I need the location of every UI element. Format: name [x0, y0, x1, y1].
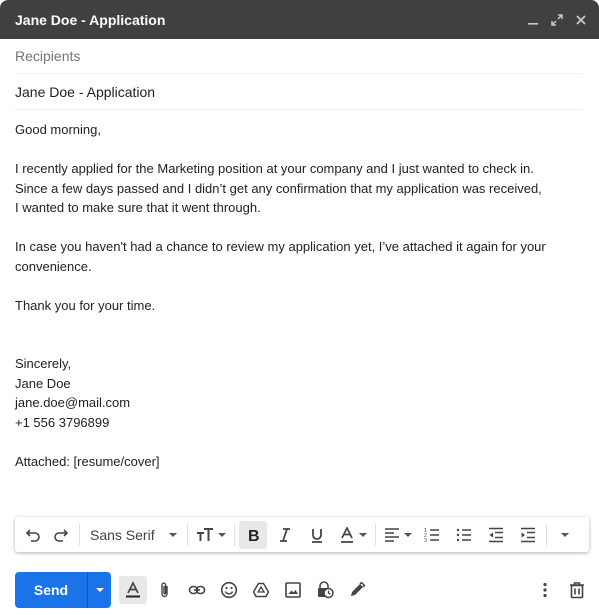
- font-select[interactable]: Sans Serif: [84, 521, 183, 549]
- body-line: Good morning,: [15, 122, 101, 137]
- chevron-down-icon: [403, 532, 412, 537]
- text-color-icon: [340, 526, 353, 543]
- indent-less-icon: [488, 527, 503, 542]
- link-icon: [188, 585, 206, 595]
- more-vert-icon: [543, 582, 547, 598]
- insert-signature-button[interactable]: [343, 576, 371, 604]
- undo-icon: [25, 528, 40, 542]
- body-line: In case you haven't had a chance to revi…: [15, 239, 546, 254]
- compose-actions: [119, 576, 371, 604]
- subject-input[interactable]: [15, 83, 583, 100]
- insert-drive-button[interactable]: [247, 576, 275, 604]
- svg-text:B: B: [248, 528, 260, 543]
- redo-icon: [54, 528, 69, 542]
- body-line: convenience.: [15, 258, 92, 274]
- send-button[interactable]: Send: [15, 572, 87, 608]
- window-title: Jane Doe - Application: [15, 11, 166, 28]
- body-blank-line: [15, 315, 583, 335]
- expand-button[interactable]: [548, 11, 566, 29]
- drive-icon: [252, 582, 270, 598]
- insert-photo-button[interactable]: [279, 576, 307, 604]
- send-button-group: Send: [15, 572, 111, 608]
- redo-button[interactable]: [47, 521, 75, 549]
- discard-draft-button[interactable]: [563, 576, 591, 604]
- more-formatting-button[interactable]: [551, 521, 579, 549]
- close-icon: [576, 14, 586, 25]
- trash-icon: [570, 582, 584, 599]
- expand-icon: [551, 13, 563, 26]
- underline-icon: [311, 528, 322, 543]
- bulleted-list-button[interactable]: [450, 521, 478, 549]
- insert-link-button[interactable]: [183, 576, 211, 604]
- body-blank-line: [15, 276, 583, 296]
- body-line: Thank you for your time.: [15, 297, 156, 313]
- attach-files-button[interactable]: [151, 576, 179, 604]
- font-select-value: Sans Serif: [90, 526, 155, 543]
- compose-right-actions: [531, 576, 591, 604]
- chevron-down-icon: [217, 532, 226, 537]
- close-button[interactable]: [572, 11, 590, 29]
- pen-icon: [351, 581, 366, 596]
- indent-less-button[interactable]: [482, 521, 510, 549]
- italic-icon: [279, 527, 290, 542]
- confidential-mode-button[interactable]: [311, 576, 339, 604]
- numbered-list-icon: 123: [424, 528, 439, 543]
- text-size-button[interactable]: [192, 521, 230, 549]
- recipients-field[interactable]: [15, 38, 583, 74]
- align-button[interactable]: [380, 521, 416, 549]
- paperclip-icon: [161, 582, 168, 598]
- toolbar-divider: [374, 523, 376, 546]
- body-line: Since a few days passed and I didn’t get…: [15, 180, 542, 196]
- svg-text:3: 3: [424, 538, 427, 543]
- body-line: I recently applied for the Marketing pos…: [15, 161, 534, 176]
- align-left-icon: [384, 527, 399, 542]
- toolbar-divider: [186, 523, 188, 546]
- indent-more-button[interactable]: [514, 521, 542, 549]
- subject-field[interactable]: [15, 74, 583, 110]
- bulleted-list-icon: [456, 528, 471, 541]
- emoji-icon: [220, 581, 238, 599]
- body-blank-line: [15, 432, 583, 452]
- toolbar-divider: [79, 523, 80, 546]
- body-line: +1 556 3796899: [15, 414, 110, 430]
- body-line: Attached: [resume/cover]: [15, 453, 160, 469]
- text-color-button[interactable]: [335, 521, 371, 549]
- photo-icon: [285, 582, 301, 598]
- compose-bottom-bar: Send: [15, 572, 591, 608]
- body-line: Sincerely,: [15, 356, 72, 371]
- window-controls: [524, 11, 590, 29]
- body-line: Jane Doe: [15, 375, 71, 391]
- bold-icon: B: [248, 528, 260, 543]
- text-size-icon: [196, 527, 213, 541]
- chevron-down-icon: [95, 588, 104, 592]
- chevron-down-icon: [168, 532, 177, 537]
- recipients-input[interactable]: [15, 47, 583, 64]
- toolbar-divider: [545, 523, 547, 546]
- more-options-button[interactable]: [531, 576, 559, 604]
- message-body[interactable]: Good morning, I recently applied for the …: [15, 120, 583, 471]
- body-line: jane.doe@mail.com: [15, 395, 131, 410]
- chevron-down-icon: [560, 532, 569, 537]
- body-blank-line: [15, 335, 583, 355]
- minimize-button[interactable]: [524, 11, 542, 29]
- bold-button[interactable]: B: [238, 520, 267, 549]
- formatting-toolbar: Sans Serif B 123: [15, 517, 589, 552]
- lock-clock-icon: [318, 581, 334, 599]
- numbered-list-button[interactable]: 123: [418, 521, 446, 549]
- send-options-button[interactable]: [87, 572, 111, 608]
- insert-emoji-button[interactable]: [215, 576, 243, 604]
- toolbar-divider: [233, 523, 235, 546]
- formatting-options-icon: [126, 581, 140, 598]
- body-line: I wanted to make sure that it went throu…: [15, 200, 261, 215]
- minimize-icon: [528, 22, 538, 25]
- underline-button[interactable]: [303, 521, 331, 549]
- indent-more-icon: [520, 527, 535, 542]
- undo-button[interactable]: [19, 521, 47, 549]
- body-blank-line: [15, 140, 583, 160]
- body-blank-line: [15, 218, 583, 238]
- chevron-down-icon: [358, 532, 367, 537]
- italic-button[interactable]: [271, 521, 299, 549]
- compose-title-bar[interactable]: Jane Doe - Application: [0, 0, 599, 39]
- formatting-options-button[interactable]: [119, 576, 147, 604]
